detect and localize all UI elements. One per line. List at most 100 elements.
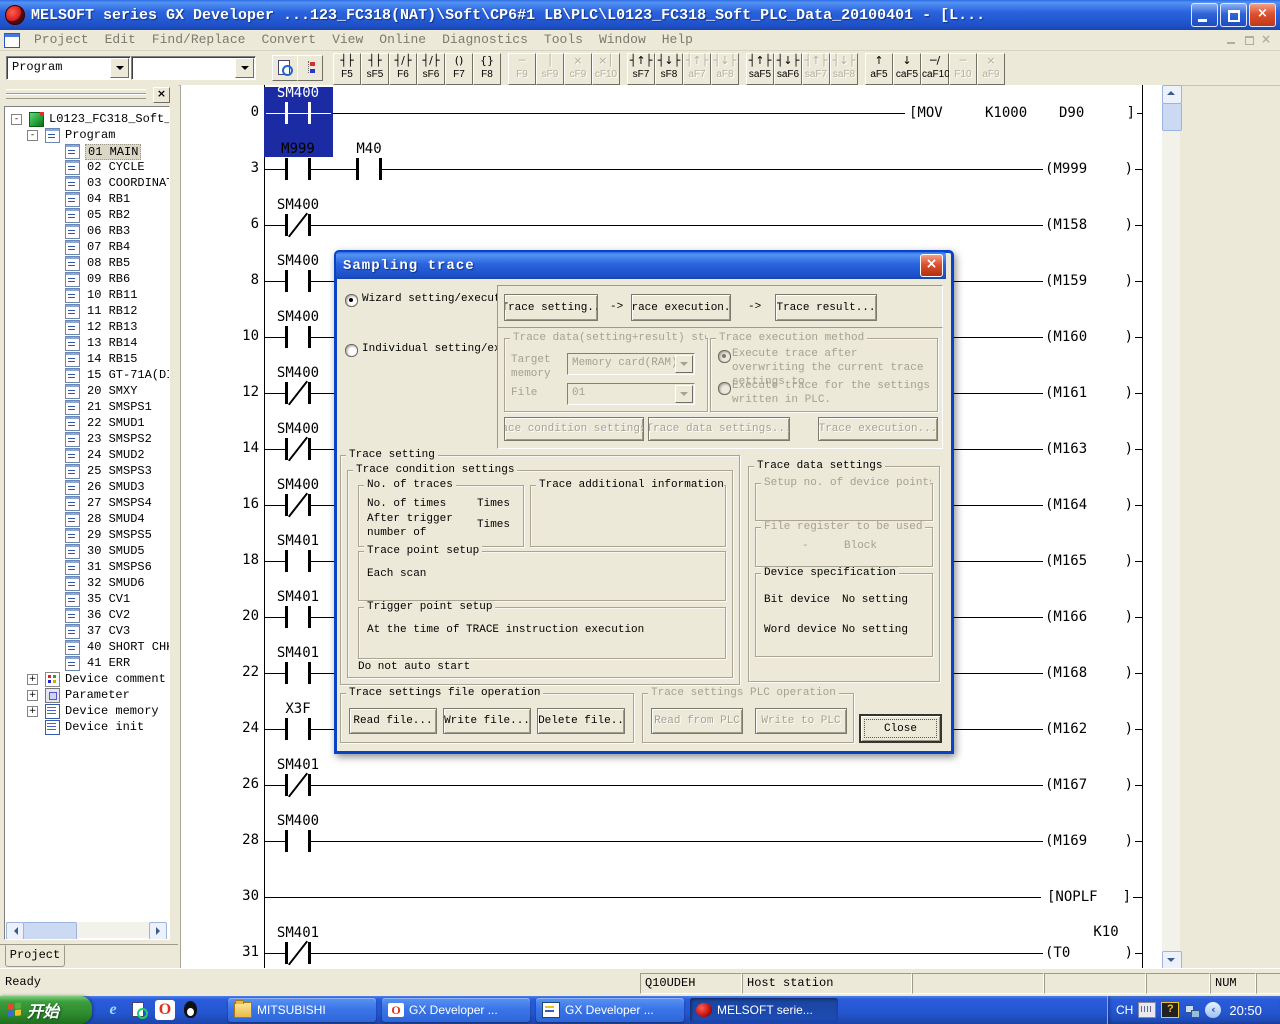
panel-close-button[interactable]: × [153, 87, 170, 103]
tool-or-nc-contact-button[interactable]: ┤/├sF6 [417, 53, 445, 85]
mdi-close-icon[interactable]: × [1258, 33, 1274, 47]
tree-item[interactable]: 28 SMUD4 [5, 511, 169, 527]
tree-item[interactable]: 27 SMSPS4 [5, 495, 169, 511]
help-icon[interactable]: ? [1161, 1002, 1179, 1018]
tree-expander-minus-icon[interactable]: - [11, 114, 22, 125]
trace-execution-button[interactable]: race execution. [631, 294, 731, 321]
output-coil[interactable]: (M163) [1043, 437, 1135, 461]
tab-project[interactable]: Project [5, 945, 65, 967]
contact-label[interactable]: SM400 [258, 365, 338, 381]
menu-edit[interactable]: Edit [97, 30, 144, 50]
project-data-list-button[interactable] [297, 55, 323, 81]
tool-invert-button[interactable]: ─/caF10 [921, 53, 949, 85]
task-mitsubishi[interactable]: MITSUBISHI [228, 998, 376, 1022]
menu-find-replace[interactable]: Find/Replace [144, 30, 254, 50]
tree-expander-minus-icon[interactable]: - [27, 130, 38, 141]
individual-setting-radio[interactable] [345, 344, 358, 357]
restore-button[interactable] [1220, 3, 1247, 27]
wizard-setting-radio[interactable] [345, 294, 358, 307]
tree-item[interactable]: 12 RB13 [5, 319, 169, 335]
search-icon[interactable] [129, 1000, 149, 1020]
tool-falling-pulse-nc-button[interactable]: ┤↓├saF6 [774, 53, 802, 85]
chevron-down-icon[interactable] [235, 58, 254, 78]
tree-item[interactable]: 35 CV1 [5, 591, 169, 607]
tree-item[interactable]: 29 SMSPS5 [5, 527, 169, 543]
output-coil[interactable]: (M159) [1043, 269, 1135, 293]
start-button[interactable]: 开始 [0, 996, 92, 1024]
tree-item[interactable]: 10 RB11 [5, 287, 169, 303]
chevron-down-icon[interactable] [110, 58, 129, 78]
tree-item[interactable]: +Parameter [5, 687, 169, 703]
tree-item[interactable]: 36 CV2 [5, 607, 169, 623]
tree-item[interactable]: 41 ERR [5, 655, 169, 671]
menu-view[interactable]: View [324, 30, 371, 50]
instruction[interactable]: [NOPLF] [1041, 885, 1133, 909]
tree-item[interactable]: 06 RB3 [5, 223, 169, 239]
tree-item[interactable]: Device init [5, 719, 169, 735]
output-coil[interactable]: (M158) [1043, 213, 1135, 237]
mdi-child-icon[interactable] [4, 33, 20, 48]
output-coil[interactable]: (M169) [1043, 829, 1135, 853]
tree-item[interactable]: 26 SMUD3 [5, 479, 169, 495]
scroll-right-arrow[interactable] [149, 922, 167, 940]
close-button[interactable]: × [1249, 3, 1276, 27]
minimize-button[interactable] [1191, 3, 1218, 27]
output-coil[interactable]: (M165) [1043, 549, 1135, 573]
tray-collapse-icon[interactable]: ‹ [1205, 1002, 1221, 1018]
language-indicator[interactable]: CH [1116, 1003, 1133, 1017]
menu-project[interactable]: Project [26, 30, 97, 50]
contact-label[interactable]: M40 [329, 141, 409, 157]
contact-label[interactable]: SM400 [258, 813, 338, 829]
tool-falling-pulse-button[interactable]: ┤↓├sF8 [655, 53, 683, 85]
tree-item[interactable]: 04 RB1 [5, 191, 169, 207]
tool-application-button[interactable]: {}F8 [473, 53, 501, 85]
output-coil[interactable]: (M160) [1043, 325, 1135, 349]
tool-rising-pulse-button[interactable]: ┤↑├sF7 [627, 53, 655, 85]
tree-item[interactable]: 22 SMUD1 [5, 415, 169, 431]
output-coil[interactable]: (M166) [1043, 605, 1135, 629]
task-gx-developer-[interactable]: GX Developer ... [536, 998, 684, 1022]
tree-item[interactable]: 14 RB15 [5, 351, 169, 367]
task-gx-developer-[interactable]: OGX Developer ... [382, 998, 530, 1022]
network-icon[interactable] [1184, 1003, 1200, 1017]
dialog-titlebar[interactable]: Sampling trace × [336, 252, 946, 279]
tree-horizontal-scrollbar[interactable] [6, 922, 167, 938]
tree-item[interactable]: -Program [5, 127, 169, 143]
contact-label[interactable]: SM401 [258, 533, 338, 549]
tree-item[interactable]: 02 CYCLE [5, 159, 169, 175]
menu-help[interactable]: Help [654, 30, 701, 50]
contact-label[interactable]: SM400 [258, 421, 338, 437]
tree-item[interactable]: 11 RB12 [5, 303, 169, 319]
tree-item[interactable]: 08 RB5 [5, 255, 169, 271]
output-coil[interactable]: (M161) [1043, 381, 1135, 405]
tree-item[interactable]: 21 SMSPS1 [5, 399, 169, 415]
taskbar-clock[interactable]: 20:50 [1229, 1003, 1262, 1018]
tool-or-no-contact-button[interactable]: ┤├sF5 [361, 53, 389, 85]
tree-item[interactable]: 13 RB14 [5, 335, 169, 351]
tool-no-contact-button[interactable]: ┤├F5 [333, 53, 361, 85]
write-file-button[interactable]: Write file... [443, 708, 531, 734]
scrollbar-thumb[interactable] [23, 922, 77, 940]
tree-expander-plus-icon[interactable]: + [27, 706, 38, 717]
mdi-minimize-icon[interactable] [1224, 33, 1240, 47]
output-coil[interactable]: (M162) [1043, 717, 1135, 741]
tree-item[interactable]: 01 MAIN [5, 143, 169, 159]
contact-label[interactable]: SM400 [258, 477, 338, 493]
trace-result-button[interactable]: Trace result... [775, 294, 877, 321]
opera-icon[interactable]: O [155, 1000, 175, 1020]
menu-tools[interactable]: Tools [536, 30, 591, 50]
tree-item[interactable]: 23 SMSPS2 [5, 431, 169, 447]
tree-item[interactable]: 03 COORDINAT [5, 175, 169, 191]
tool-up-button[interactable]: ↑aF5 [865, 53, 893, 85]
tool-nc-contact-button[interactable]: ┤/├F6 [389, 53, 417, 85]
contact-label[interactable]: SM400 [258, 309, 338, 325]
ie-icon[interactable]: e [103, 1000, 123, 1020]
tree-item[interactable]: 25 SMSPS3 [5, 463, 169, 479]
output-coil[interactable]: (M164) [1043, 493, 1135, 517]
keyboard-icon[interactable] [1138, 1002, 1156, 1018]
tree-item[interactable]: 37 CV3 [5, 623, 169, 639]
program-combo[interactable]: Program [6, 56, 131, 80]
tree-item[interactable]: 30 SMUD5 [5, 543, 169, 559]
tool-coil-button[interactable]: ()F7 [445, 53, 473, 85]
delete-file-button[interactable]: Delete file.. [537, 708, 625, 734]
